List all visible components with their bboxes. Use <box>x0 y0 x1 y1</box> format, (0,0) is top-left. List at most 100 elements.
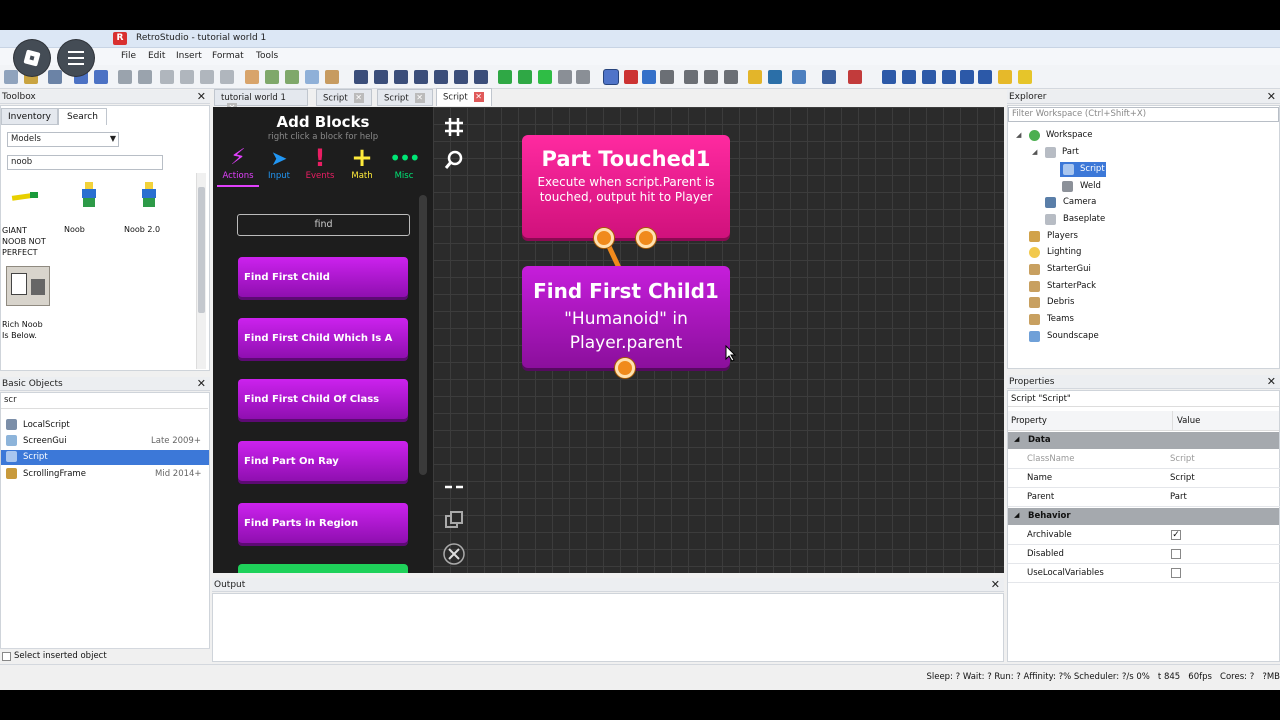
list-item-script[interactable]: Script <box>1 450 209 465</box>
view-box-2-icon[interactable] <box>902 70 916 84</box>
close-icon[interactable]: ✕ <box>197 377 206 390</box>
model-thumbnail-noob-2[interactable] <box>140 182 158 208</box>
tab-search[interactable]: Search <box>58 108 107 125</box>
block-find-parts-in-region[interactable]: Find Parts in Region <box>238 503 408 543</box>
fill-icon[interactable] <box>724 70 738 84</box>
list-item-scrollingframe[interactable]: ScrollingFrame Mid 2014+ <box>1 467 209 482</box>
block-find-first-child-which-is-a[interactable]: Find First Child Which Is A <box>238 318 408 358</box>
hamburger-icon[interactable] <box>58 40 94 76</box>
block-next-partial[interactable] <box>238 564 408 573</box>
view-box-3-icon[interactable] <box>922 70 936 84</box>
close-icon[interactable]: ✕ <box>414 93 425 103</box>
output-port-2[interactable] <box>636 228 656 248</box>
output-port-1[interactable] <box>594 228 614 248</box>
grid-snap-icon[interactable] <box>325 70 339 84</box>
move-up-icon[interactable] <box>374 70 388 84</box>
anchor-icon[interactable] <box>474 70 488 84</box>
anchor-tool-icon[interactable] <box>768 70 782 84</box>
list-item-screengui[interactable]: ScreenGui Late 2009+ <box>1 434 209 449</box>
warning-icon[interactable] <box>998 70 1012 84</box>
tab-script-active[interactable]: Script ✕ <box>436 88 492 106</box>
select-tool-icon[interactable] <box>604 70 618 84</box>
basic-objects-search-input[interactable]: scr <box>1 394 208 409</box>
archivable-checkbox[interactable]: ✓ <box>1171 530 1181 540</box>
save-icon[interactable] <box>48 70 62 84</box>
window-icon[interactable] <box>305 70 319 84</box>
rotate-icon[interactable] <box>394 70 408 84</box>
block-find-first-child-of-class[interactable]: Find First Child Of Class <box>238 379 408 419</box>
category-select[interactable]: Models ▼ <box>7 132 119 147</box>
category-misc[interactable]: ••• Misc <box>383 145 425 181</box>
model-thumbnail-noob[interactable] <box>80 182 98 208</box>
category-input[interactable]: ➤ Input <box>258 145 300 181</box>
node-part-touched[interactable]: Part Touched1 Execute when script.Parent… <box>522 135 730 238</box>
category-events[interactable]: ! Events <box>299 145 341 181</box>
tree-part[interactable]: ◢ Part <box>1032 147 1079 158</box>
light-icon[interactable] <box>1018 70 1032 84</box>
move-left-icon[interactable] <box>354 70 368 84</box>
menu-file[interactable]: File <box>121 51 136 61</box>
category-actions[interactable]: ⚡ Actions <box>217 145 259 187</box>
material-icon[interactable] <box>822 70 836 84</box>
copy-icon[interactable] <box>138 70 152 84</box>
category-math[interactable]: + Math <box>341 145 383 181</box>
close-icon[interactable] <box>443 543 465 565</box>
play-icon[interactable] <box>498 70 512 84</box>
effects-icon[interactable] <box>848 70 862 84</box>
uselocalvariables-checkbox[interactable] <box>1171 568 1181 578</box>
view-box-4-icon[interactable] <box>942 70 956 84</box>
tab-inventory[interactable]: Inventory <box>1 108 58 125</box>
tab-script-1[interactable]: Script ✕ <box>316 89 372 106</box>
model-thumbnail-giant-noob[interactable] <box>10 182 40 210</box>
tree-script-selected[interactable]: Script <box>1060 162 1106 177</box>
magnifier-icon[interactable] <box>443 149 465 171</box>
roblox-logo-icon[interactable] <box>14 40 50 76</box>
run-icon[interactable] <box>538 70 552 84</box>
output-port-3[interactable] <box>615 358 635 378</box>
grid-icon[interactable] <box>443 116 465 138</box>
menu-format[interactable]: Format <box>212 51 244 61</box>
tab-tutorial-world[interactable]: tutorial world 1✕ <box>214 89 308 113</box>
block-find-first-child[interactable]: Find First Child <box>238 257 408 297</box>
close-icon[interactable]: ✕ <box>353 93 364 103</box>
view-box-1-icon[interactable] <box>882 70 896 84</box>
toolbox-scrollbar[interactable] <box>196 173 206 369</box>
pause-icon[interactable] <box>558 70 572 84</box>
view-box-6-icon[interactable] <box>978 70 992 84</box>
node-find-first-child[interactable]: Find First Child1 "Humanoid" in Player.p… <box>522 266 730 368</box>
join-icon[interactable] <box>704 70 718 84</box>
close-icon[interactable]: ✕ <box>991 578 1000 591</box>
tab-script-2[interactable]: Script ✕ <box>377 89 433 106</box>
duplicate-icon[interactable] <box>180 70 194 84</box>
blocks-scrollbar[interactable] <box>419 195 427 475</box>
model-thumbnail-rich-noob[interactable] <box>6 266 50 306</box>
tree-workspace[interactable]: ◢ Workspace <box>1016 130 1092 141</box>
select-inserted-checkbox[interactable] <box>2 652 11 661</box>
camera-icon[interactable] <box>245 70 259 84</box>
collision-icon[interactable] <box>684 70 698 84</box>
blocks-search-input[interactable]: find <box>237 214 410 236</box>
explorer-filter-input[interactable]: Filter Workspace (Ctrl+Shift+X) <box>1008 107 1279 122</box>
close-icon[interactable]: ✕ <box>473 92 484 102</box>
scale-icon[interactable] <box>434 70 448 84</box>
group-icon[interactable] <box>200 70 214 84</box>
fit-icon[interactable] <box>285 70 299 84</box>
lock-icon[interactable] <box>748 70 762 84</box>
align-icon[interactable] <box>454 70 468 84</box>
prop-row-name[interactable]: Name Script <box>1008 469 1280 488</box>
menu-tools[interactable]: Tools <box>256 51 278 61</box>
redo-icon[interactable] <box>94 70 108 84</box>
scale-tool-icon[interactable] <box>642 70 656 84</box>
collapse-icon[interactable] <box>443 476 465 498</box>
close-icon[interactable]: ✕ <box>1267 375 1276 388</box>
close-icon[interactable]: ✕ <box>1267 90 1276 103</box>
move-tool-icon[interactable] <box>624 70 638 84</box>
cut-icon[interactable] <box>118 70 132 84</box>
view-icon[interactable] <box>265 70 279 84</box>
ungroup-icon[interactable] <box>220 70 234 84</box>
paste-icon[interactable] <box>160 70 174 84</box>
duplicate-icon[interactable] <box>443 509 465 531</box>
menu-insert[interactable]: Insert <box>176 51 202 61</box>
toolbox-search-input[interactable]: noob <box>7 155 163 170</box>
section-behavior[interactable]: ◢ Behavior <box>1008 508 1279 525</box>
